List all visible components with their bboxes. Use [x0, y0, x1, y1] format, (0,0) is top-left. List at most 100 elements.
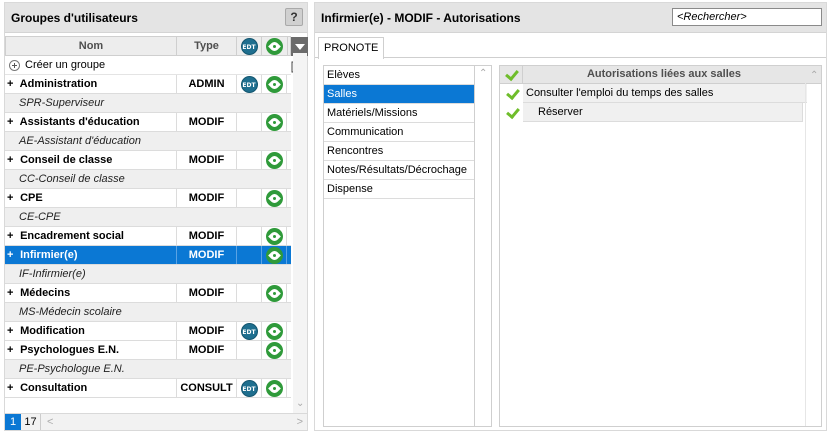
expand-plus-icon[interactable]: +	[7, 382, 17, 394]
group-pronote-cell[interactable]	[261, 341, 287, 359]
column-header-edt[interactable]: EDT	[237, 37, 262, 55]
category-item[interactable]: Rencontres	[324, 142, 474, 161]
permission-checkbox[interactable]	[500, 103, 523, 122]
group-pronote-cell[interactable]	[261, 113, 287, 131]
groups-panel: Groupes d'utilisateurs ? Nom Type EDT Cr…	[4, 2, 308, 431]
expand-plus-icon[interactable]: +	[7, 192, 17, 204]
plus-circle-icon	[9, 59, 20, 71]
group-edt-cell[interactable]: EDT	[236, 322, 261, 340]
group-row[interactable]: + Encadrement social MODIF	[5, 227, 291, 246]
category-item[interactable]: Dispense	[324, 180, 474, 199]
group-type: ADMIN	[176, 75, 236, 93]
group-profile-row[interactable]: CC-Conseil de classe	[5, 170, 291, 189]
category-list: Elèves Salles Matériels/Missions Communicat…	[323, 65, 492, 427]
expand-plus-icon[interactable]: +	[7, 230, 17, 242]
group-profile-row[interactable]: CE-CPE	[5, 208, 291, 227]
group-pronote-cell[interactable]	[261, 189, 287, 207]
authorizations-panel: Infirmier(e) - MODIF - Autorisations <Re…	[314, 2, 827, 431]
help-button[interactable]: ?	[285, 8, 303, 26]
category-item[interactable]: Notes/Résultats/Décrochage	[324, 161, 474, 180]
group-profile-row[interactable]: MS-Médecin scolaire	[5, 303, 291, 322]
group-edt-cell[interactable]	[236, 227, 261, 245]
group-row[interactable]: + Médecins MODIF	[5, 284, 291, 303]
column-header-type[interactable]: Type	[177, 37, 237, 55]
group-name-label: Assistants d'éducation	[19, 116, 140, 128]
pronote-icon	[265, 227, 283, 245]
group-pronote-cell[interactable]	[261, 227, 287, 245]
category-item[interactable]: Salles	[324, 85, 474, 104]
permission-row[interactable]: Réserver	[500, 103, 821, 122]
scroll-up-icon[interactable]: ⌃	[479, 68, 487, 79]
group-edt-cell[interactable]: EDT	[236, 379, 261, 397]
group-pronote-cell[interactable]	[261, 284, 287, 302]
group-pronote-cell[interactable]	[261, 75, 287, 93]
group-profile-row[interactable]: IF-Infirmier(e)	[5, 265, 291, 284]
group-row[interactable]: + Modification MODIF EDT	[5, 322, 291, 341]
permissions-check-all[interactable]	[500, 66, 523, 83]
tab-pronote[interactable]: PRONOTE	[318, 37, 385, 59]
group-name: + CPE	[5, 192, 176, 204]
edt-icon: EDT	[240, 75, 258, 93]
expand-plus-icon[interactable]: +	[7, 116, 17, 128]
group-profile-row[interactable]: PE-Psychologue E.N.	[5, 360, 291, 379]
group-profile-row[interactable]: AE-Assistant d'éducation	[5, 132, 291, 151]
group-row[interactable]: + Infirmier(e) MODIF	[5, 246, 291, 265]
group-name: + Encadrement social	[5, 230, 176, 242]
column-header-nom[interactable]: Nom	[6, 37, 177, 55]
scroll-down-icon[interactable]: ⌄	[296, 398, 304, 409]
group-type: MODIF	[176, 246, 236, 264]
pronote-icon	[265, 341, 283, 359]
group-pronote-cell[interactable]	[261, 151, 287, 169]
group-row[interactable]: + Psychologues E.N. MODIF	[5, 341, 291, 360]
pronote-icon	[265, 284, 283, 302]
group-name: + Assistants d'éducation	[5, 116, 176, 128]
group-name-label: CPE	[20, 192, 43, 204]
category-item[interactable]: Elèves	[324, 66, 474, 85]
permission-label: Consulter l'emploi du temps des salles	[523, 84, 807, 103]
group-name-label: Conseil de classe	[20, 154, 113, 166]
create-group-row[interactable]: Créer un groupe	[5, 56, 291, 75]
group-name: + Médecins	[5, 287, 176, 299]
pronote-icon	[265, 322, 283, 340]
group-pronote-cell[interactable]	[261, 322, 287, 340]
permission-checkbox[interactable]	[500, 84, 523, 103]
column-header-pronote[interactable]	[262, 37, 288, 55]
group-edt-cell[interactable]	[236, 341, 261, 359]
group-name-label: Psychologues E.N.	[20, 344, 120, 356]
group-edt-cell[interactable]	[236, 246, 261, 264]
group-edt-cell[interactable]	[236, 284, 261, 302]
pager-next-icon[interactable]: >	[297, 416, 303, 428]
category-item[interactable]: Communication	[324, 123, 474, 142]
scroll-up-icon[interactable]: ⌃	[810, 70, 818, 81]
permissions-scrollbar[interactable]: ⌃	[805, 66, 821, 426]
group-row[interactable]: + Administration ADMIN EDT	[5, 75, 291, 94]
group-edt-cell[interactable]	[236, 113, 261, 131]
groups-grid: Nom Type EDT Créer un groupe + Administr…	[5, 36, 291, 398]
pronote-icon	[265, 113, 283, 131]
pager-total[interactable]: 17	[21, 414, 41, 430]
expand-plus-icon[interactable]: +	[7, 344, 17, 356]
group-row[interactable]: + CPE MODIF	[5, 189, 291, 208]
group-pronote-cell[interactable]	[261, 379, 287, 397]
expand-plus-icon[interactable]: +	[7, 287, 17, 299]
group-edt-cell[interactable]	[236, 189, 261, 207]
expand-plus-icon[interactable]: +	[7, 78, 17, 90]
group-edt-cell[interactable]: EDT	[236, 75, 261, 93]
expand-plus-icon[interactable]: +	[7, 154, 17, 166]
group-name: + Consultation	[5, 382, 176, 394]
group-row[interactable]: + Consultation CONSULT EDT	[5, 379, 291, 398]
group-row[interactable]: + Assistants d'éducation MODIF	[5, 113, 291, 132]
group-edt-cell[interactable]	[236, 151, 261, 169]
expand-plus-icon[interactable]: +	[7, 325, 17, 337]
expand-plus-icon[interactable]: +	[7, 249, 17, 261]
pager-current[interactable]: 1	[5, 414, 21, 430]
category-scrollbar[interactable]: ⌃	[475, 66, 491, 426]
group-row[interactable]: + Conseil de classe MODIF	[5, 151, 291, 170]
pager-prev-icon[interactable]: <	[47, 416, 53, 428]
group-profile-row[interactable]: SPR-Superviseur	[5, 94, 291, 113]
groups-scrollbar[interactable]: ⌄	[293, 53, 307, 413]
search-input[interactable]: <Rechercher>	[672, 8, 822, 26]
group-pronote-cell[interactable]	[261, 246, 287, 264]
category-item[interactable]: Matériels/Missions	[324, 104, 474, 123]
permission-row[interactable]: Consulter l'emploi du temps des salles	[500, 84, 821, 103]
